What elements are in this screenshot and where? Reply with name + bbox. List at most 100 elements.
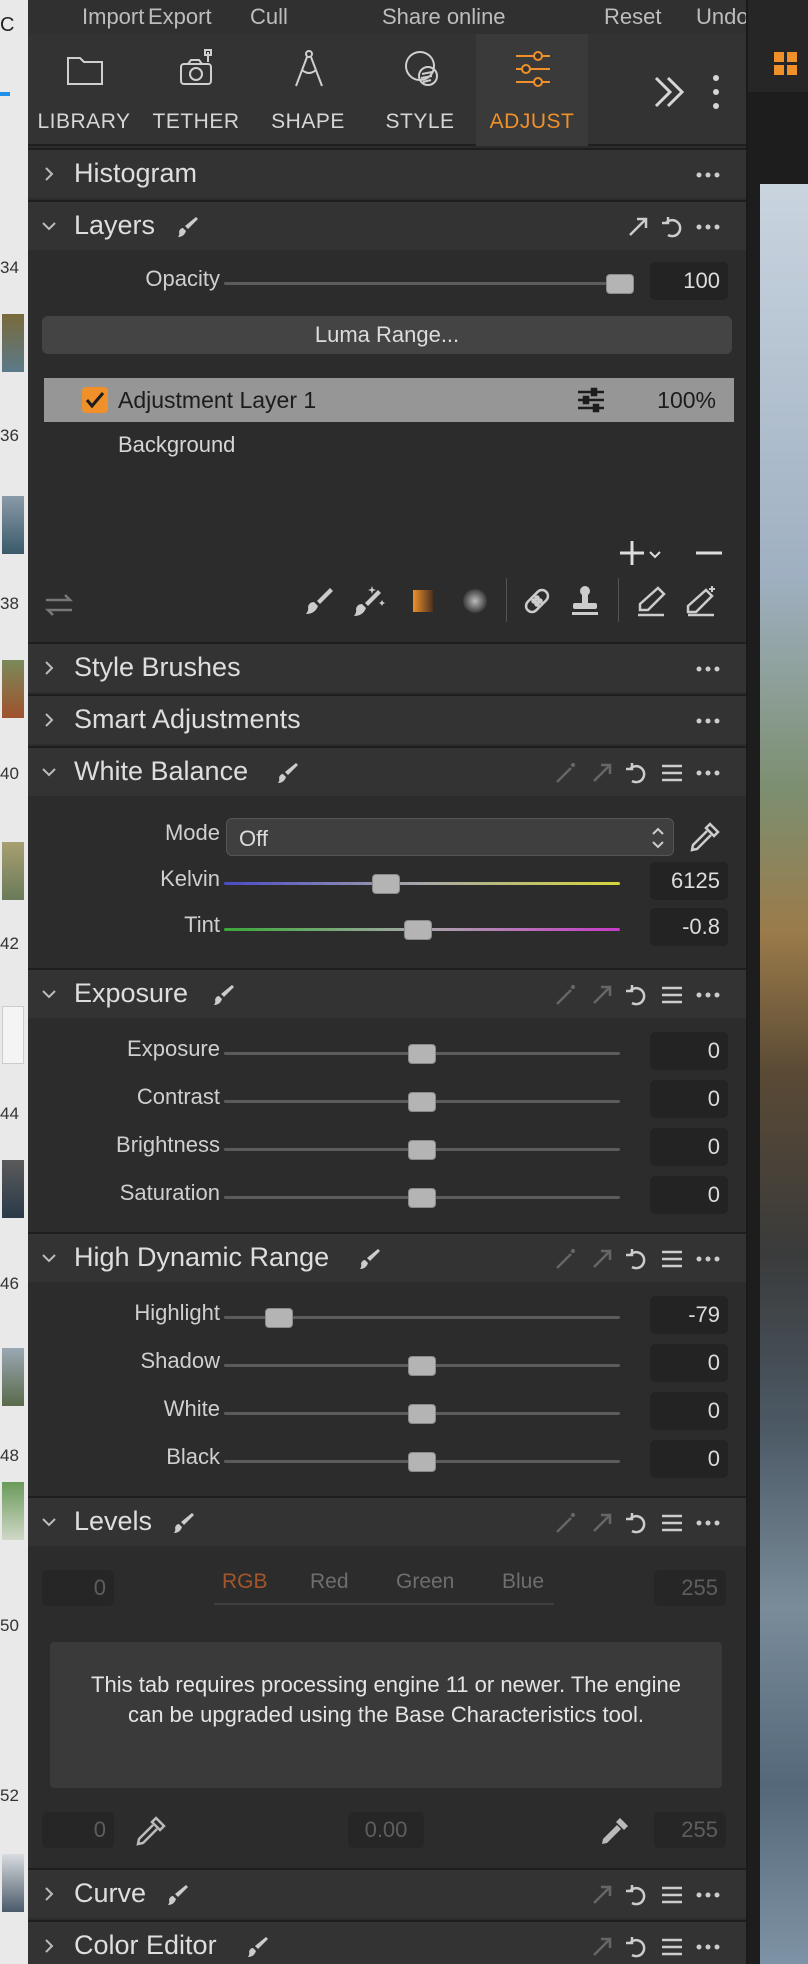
levels-output-low[interactable]: 0: [42, 1812, 114, 1848]
more-icon[interactable]: [696, 163, 720, 187]
filmstrip-thumbnail[interactable]: [2, 1482, 24, 1540]
reset-icon[interactable]: [624, 761, 648, 785]
chevron-down-icon[interactable]: [40, 985, 58, 1003]
draw-mask-brush-icon[interactable]: [302, 584, 336, 618]
white-slider-knob[interactable]: [408, 1404, 436, 1424]
expand-icon[interactable]: [590, 1935, 614, 1959]
reset-button[interactable]: Reset: [604, 4, 661, 30]
more-icon[interactable]: [696, 1247, 720, 1271]
filmstrip-thumbnail[interactable]: [2, 842, 24, 900]
reset-icon[interactable]: [660, 215, 684, 239]
reset-icon[interactable]: [624, 983, 648, 1007]
grid-view-icon[interactable]: [772, 50, 800, 78]
add-layer-icon[interactable]: [618, 536, 664, 570]
more-icon[interactable]: [696, 1935, 720, 1959]
magic-wand-icon[interactable]: [554, 1511, 578, 1535]
expand-icon[interactable]: [590, 1247, 614, 1271]
brush-icon[interactable]: [176, 215, 200, 239]
contrast-value[interactable]: 0: [650, 1080, 728, 1118]
levels-midpoint[interactable]: 0.00: [348, 1812, 424, 1848]
expand-icon[interactable]: [590, 983, 614, 1007]
brush-icon[interactable]: [212, 983, 236, 1007]
more-icon[interactable]: [696, 215, 720, 239]
reset-icon[interactable]: [624, 1247, 648, 1271]
levels-header[interactable]: Levels: [28, 1496, 746, 1546]
layer-item-adjustment-1[interactable]: Adjustment Layer 1 100%: [44, 378, 734, 422]
clone-stamp-icon[interactable]: [568, 584, 602, 618]
saturation-slider-knob[interactable]: [408, 1188, 436, 1208]
magic-wand-icon[interactable]: [554, 761, 578, 785]
levels-tab-rgb[interactable]: RGB: [222, 1570, 268, 1594]
swap-layers-icon[interactable]: [42, 588, 76, 622]
histogram-header[interactable]: Histogram: [28, 148, 746, 198]
contrast-slider-knob[interactable]: [408, 1092, 436, 1112]
hamburger-menu-icon[interactable]: [660, 1511, 684, 1535]
radial-gradient-mask-icon[interactable]: [458, 584, 492, 618]
eyedropper-icon[interactable]: [688, 820, 722, 854]
chevron-right-icon[interactable]: [40, 659, 58, 677]
black-value[interactable]: 0: [650, 1440, 728, 1478]
expand-icon[interactable]: [626, 215, 650, 239]
more-icon[interactable]: [696, 1883, 720, 1907]
highlight-value[interactable]: -79: [650, 1296, 728, 1334]
linear-gradient-mask-icon[interactable]: [406, 584, 440, 618]
filmstrip-thumbnail[interactable]: [2, 660, 24, 718]
hamburger-menu-icon[interactable]: [660, 1883, 684, 1907]
erase-mask-icon[interactable]: [634, 584, 668, 618]
shadow-value[interactable]: 0: [650, 1344, 728, 1382]
tab-shape[interactable]: SHAPE: [252, 34, 364, 146]
white-value[interactable]: 0: [650, 1392, 728, 1430]
highlight-slider-knob[interactable]: [265, 1308, 294, 1328]
expand-icon[interactable]: [590, 761, 614, 785]
brush-icon[interactable]: [246, 1935, 270, 1959]
chevron-right-icon[interactable]: [40, 711, 58, 729]
reset-icon[interactable]: [624, 1935, 648, 1959]
heal-bandage-icon[interactable]: [520, 584, 554, 618]
brightness-value[interactable]: 0: [650, 1128, 728, 1166]
magic-wand-icon[interactable]: [554, 1247, 578, 1271]
share-online-button[interactable]: Share online: [382, 4, 506, 30]
magic-wand-icon[interactable]: [554, 983, 578, 1007]
levels-tab-blue[interactable]: Blue: [502, 1570, 544, 1594]
tab-style[interactable]: STYLE: [364, 34, 476, 146]
levels-tab-red[interactable]: Red: [310, 1570, 349, 1594]
chevron-down-icon[interactable]: [40, 763, 58, 781]
tab-adjust[interactable]: ADJUST: [476, 34, 588, 146]
filmstrip-thumbnail[interactable]: [2, 1006, 24, 1064]
tint-value[interactable]: -0.8: [650, 908, 728, 946]
chevron-down-icon[interactable]: [40, 1513, 58, 1531]
more-icon[interactable]: [696, 1511, 720, 1535]
shadow-slider-knob[interactable]: [408, 1356, 436, 1376]
levels-output-high[interactable]: 255: [654, 1812, 726, 1848]
opacity-value[interactable]: 100: [650, 262, 728, 300]
brush-icon[interactable]: [276, 761, 300, 785]
more-icon[interactable]: [696, 657, 720, 681]
magic-brush-icon[interactable]: [352, 584, 386, 618]
exposure-slider-knob[interactable]: [408, 1044, 436, 1064]
undo-redo-button[interactable]: Undo/Redo: [696, 4, 746, 30]
hamburger-menu-icon[interactable]: [660, 1935, 684, 1959]
tab-tether[interactable]: TETHER: [140, 34, 252, 146]
brush-icon[interactable]: [172, 1511, 196, 1535]
import-button[interactable]: Import: [82, 4, 144, 30]
layer-item-background[interactable]: Background: [118, 432, 235, 458]
filmstrip-thumbnail[interactable]: [2, 1160, 24, 1218]
saturation-value[interactable]: 0: [650, 1176, 728, 1214]
double-chevron-right-icon[interactable]: [650, 72, 690, 112]
white-point-eyedropper-icon[interactable]: [598, 1814, 632, 1848]
remove-layer-icon[interactable]: [692, 536, 726, 570]
export-button[interactable]: Export: [148, 4, 212, 30]
tab-library[interactable]: LIBRARY: [28, 34, 140, 146]
exposure-header[interactable]: Exposure: [28, 968, 746, 1018]
reset-icon[interactable]: [624, 1883, 648, 1907]
filmstrip-thumbnail[interactable]: [2, 1854, 24, 1912]
white-balance-header[interactable]: White Balance: [28, 746, 746, 796]
filmstrip-thumbnail[interactable]: [2, 1348, 24, 1406]
chevron-down-icon[interactable]: [40, 1249, 58, 1267]
more-icon[interactable]: [696, 983, 720, 1007]
chevron-down-icon[interactable]: [40, 217, 58, 235]
black-slider-knob[interactable]: [408, 1452, 436, 1472]
brush-icon[interactable]: [166, 1883, 190, 1907]
filmstrip-thumbnail[interactable]: [2, 496, 24, 554]
layer-visibility-checkbox[interactable]: [82, 387, 108, 413]
